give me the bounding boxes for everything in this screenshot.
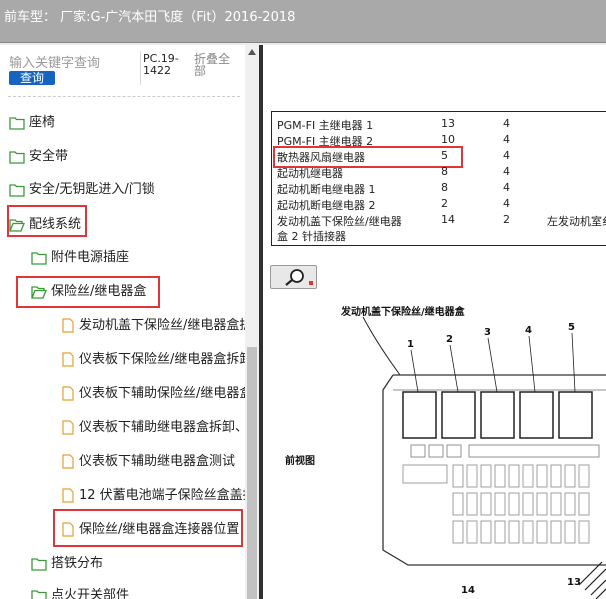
dashed-divider	[8, 96, 240, 97]
tree-item-label: 仪表板下辅助保险丝/继电器盒	[79, 386, 245, 401]
tree-item-label: 搭铁分布	[51, 556, 104, 571]
document-viewer: PGM-FI 主继电器 1 13 4 PGM-FI 主继电器 2 10 4 散热…	[263, 45, 606, 599]
tree-item-ignition-switch[interactable]: 点火开关部件	[31, 586, 129, 599]
tree-item-label: 点火开关部件	[51, 588, 130, 599]
highlight-box	[16, 276, 160, 308]
window-title: 前车型： 厂家:G-广汽本田飞度（Fit）2016-2018	[4, 10, 296, 25]
tree-item-accessory-socket[interactable]: 附件电源插座	[31, 248, 129, 268]
highlight-box	[53, 509, 243, 547]
folder-icon	[31, 557, 47, 571]
tree-item-doc[interactable]: 仪表板下辅助保险丝/继电器盒	[62, 384, 245, 404]
tree-item-doc[interactable]: 12 伏蓄电池端子保险丝盒盖拆	[62, 486, 245, 506]
tree-item-label: 12 伏蓄电池端子保险丝盒盖拆	[79, 488, 245, 503]
document-icon	[62, 488, 74, 503]
document-icon	[62, 352, 74, 367]
tree-item-label: 安全带	[29, 149, 69, 164]
tree-item-label: 仪表板下辅助继电器盒拆卸、	[79, 420, 245, 435]
tree-item-label: 仪表板下保险丝/继电器盒拆卸	[79, 352, 245, 367]
document-icon	[62, 386, 74, 401]
navigation-panel: 查询 PC.19-1422 折叠全部 座椅 安全带 安全/无钥匙进入/门锁 配线…	[0, 45, 245, 599]
tree-item-label: 发动机盖下保险丝/继电器盒拆	[79, 318, 245, 333]
folder-icon	[9, 183, 25, 197]
search-button[interactable]: 查询	[9, 71, 55, 85]
tree-item-doc[interactable]: 仪表板下保险丝/继电器盒拆卸	[62, 350, 245, 370]
fuse-box-diagram	[362, 316, 606, 599]
tree-item-doc[interactable]: 发动机盖下保险丝/继电器盒拆	[62, 316, 245, 336]
tree-item-label: 安全/无钥匙进入/门锁	[29, 182, 155, 197]
tree-item-ground-distribution[interactable]: 搭铁分布	[31, 554, 103, 574]
tree-item-doc[interactable]: 仪表板下辅助继电器盒测试	[62, 452, 235, 472]
folder-icon	[31, 251, 47, 265]
document-icon	[62, 454, 74, 469]
search-row: 查询 PC.19-1422 折叠全部	[0, 45, 245, 95]
scrollbar-thumb[interactable]	[247, 347, 257, 599]
tree-item-security[interactable]: 安全/无钥匙进入/门锁	[9, 180, 155, 200]
folder-icon	[31, 589, 47, 599]
folder-icon	[9, 150, 25, 164]
document-icon	[62, 318, 74, 333]
tree-item-seatbelt[interactable]: 安全带	[9, 147, 68, 167]
tree-item-label: 仪表板下辅助继电器盒测试	[79, 454, 236, 469]
tree-item-label: 附件电源插座	[51, 250, 130, 265]
folder-icon	[9, 116, 25, 130]
tree-item-doc[interactable]: 仪表板下辅助继电器盒拆卸、	[62, 418, 245, 438]
document-icon	[62, 420, 74, 435]
title-bar: 前车型： 厂家:G-广汽本田飞度（Fit）2016-2018	[0, 0, 606, 43]
collapse-all-button[interactable]: 折叠全部	[194, 53, 239, 77]
tree-item-seat[interactable]: 座椅	[9, 113, 55, 133]
search-input[interactable]	[9, 55, 137, 71]
vertical-scrollbar[interactable]	[245, 45, 259, 599]
pc-code: PC.19-1422	[143, 52, 179, 77]
scroll-up-arrow-icon[interactable]	[248, 49, 256, 55]
highlight-box	[7, 205, 87, 237]
tree-item-label: 座椅	[29, 115, 56, 130]
search-divider	[140, 51, 141, 85]
